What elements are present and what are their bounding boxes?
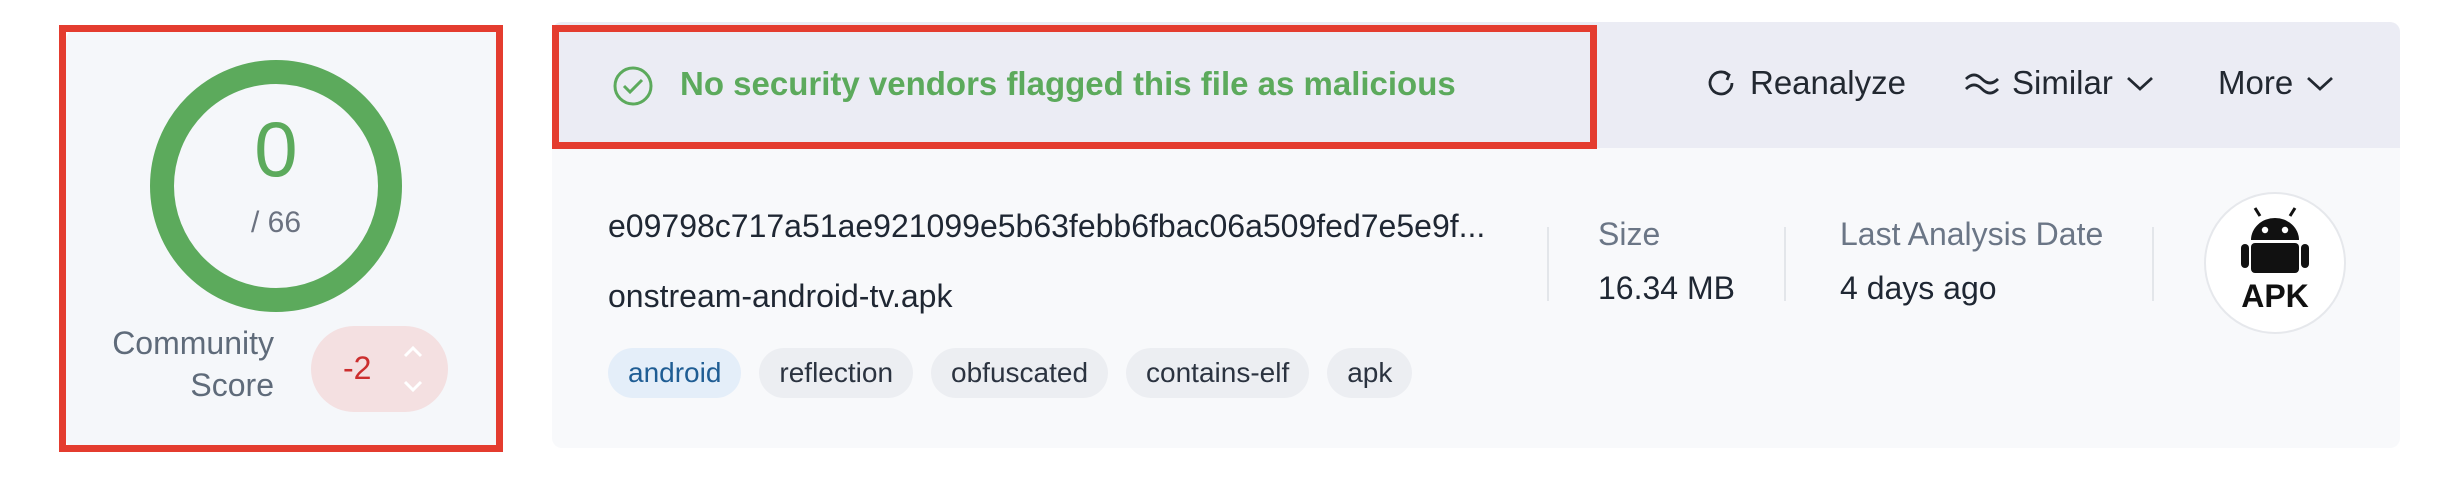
chevron-down-icon: [2307, 76, 2334, 91]
divider: [1784, 227, 1786, 301]
size-value: 16.34 MB: [1598, 270, 1735, 306]
android-icon: APK: [2241, 207, 2309, 314]
chevron-down-icon: [2126, 76, 2153, 91]
more-label: More: [2218, 64, 2294, 101]
similar-dropdown[interactable]: Similar: [1964, 64, 2155, 102]
divider: [2152, 227, 2154, 301]
size-label: Size: [1598, 216, 1661, 252]
tag-apk[interactable]: apk: [1327, 348, 1413, 398]
tag-android[interactable]: android: [608, 348, 742, 398]
more-dropdown[interactable]: More: [2218, 64, 2335, 102]
tag-contains-elf[interactable]: contains-elf: [1126, 348, 1310, 398]
divider: [1547, 227, 1549, 301]
similar-wave-icon: [1965, 73, 1999, 95]
tag-reflection[interactable]: reflection: [759, 348, 914, 398]
last-analysis-value: 4 days ago: [1840, 270, 1997, 306]
refresh-icon: [1708, 70, 1734, 96]
highlight-frame-score: [59, 25, 503, 452]
file-type-label: APK: [2241, 278, 2309, 314]
file-hash[interactable]: e09798c717a51ae921099e5b63febb6fbac06a50…: [608, 208, 1485, 245]
reanalyze-label: Reanalyze: [1750, 64, 1906, 101]
similar-label: Similar: [2012, 64, 2113, 101]
file-type-badge: APK: [2204, 192, 2346, 334]
reanalyze-button[interactable]: Reanalyze: [1704, 64, 1906, 102]
highlight-frame-banner: [552, 25, 1597, 149]
file-tags: android reflection obfuscated contains-e…: [608, 348, 1413, 398]
last-analysis-label: Last Analysis Date: [1840, 216, 2104, 252]
tag-obfuscated[interactable]: obfuscated: [931, 348, 1109, 398]
file-name: onstream-android-tv.apk: [608, 278, 953, 314]
